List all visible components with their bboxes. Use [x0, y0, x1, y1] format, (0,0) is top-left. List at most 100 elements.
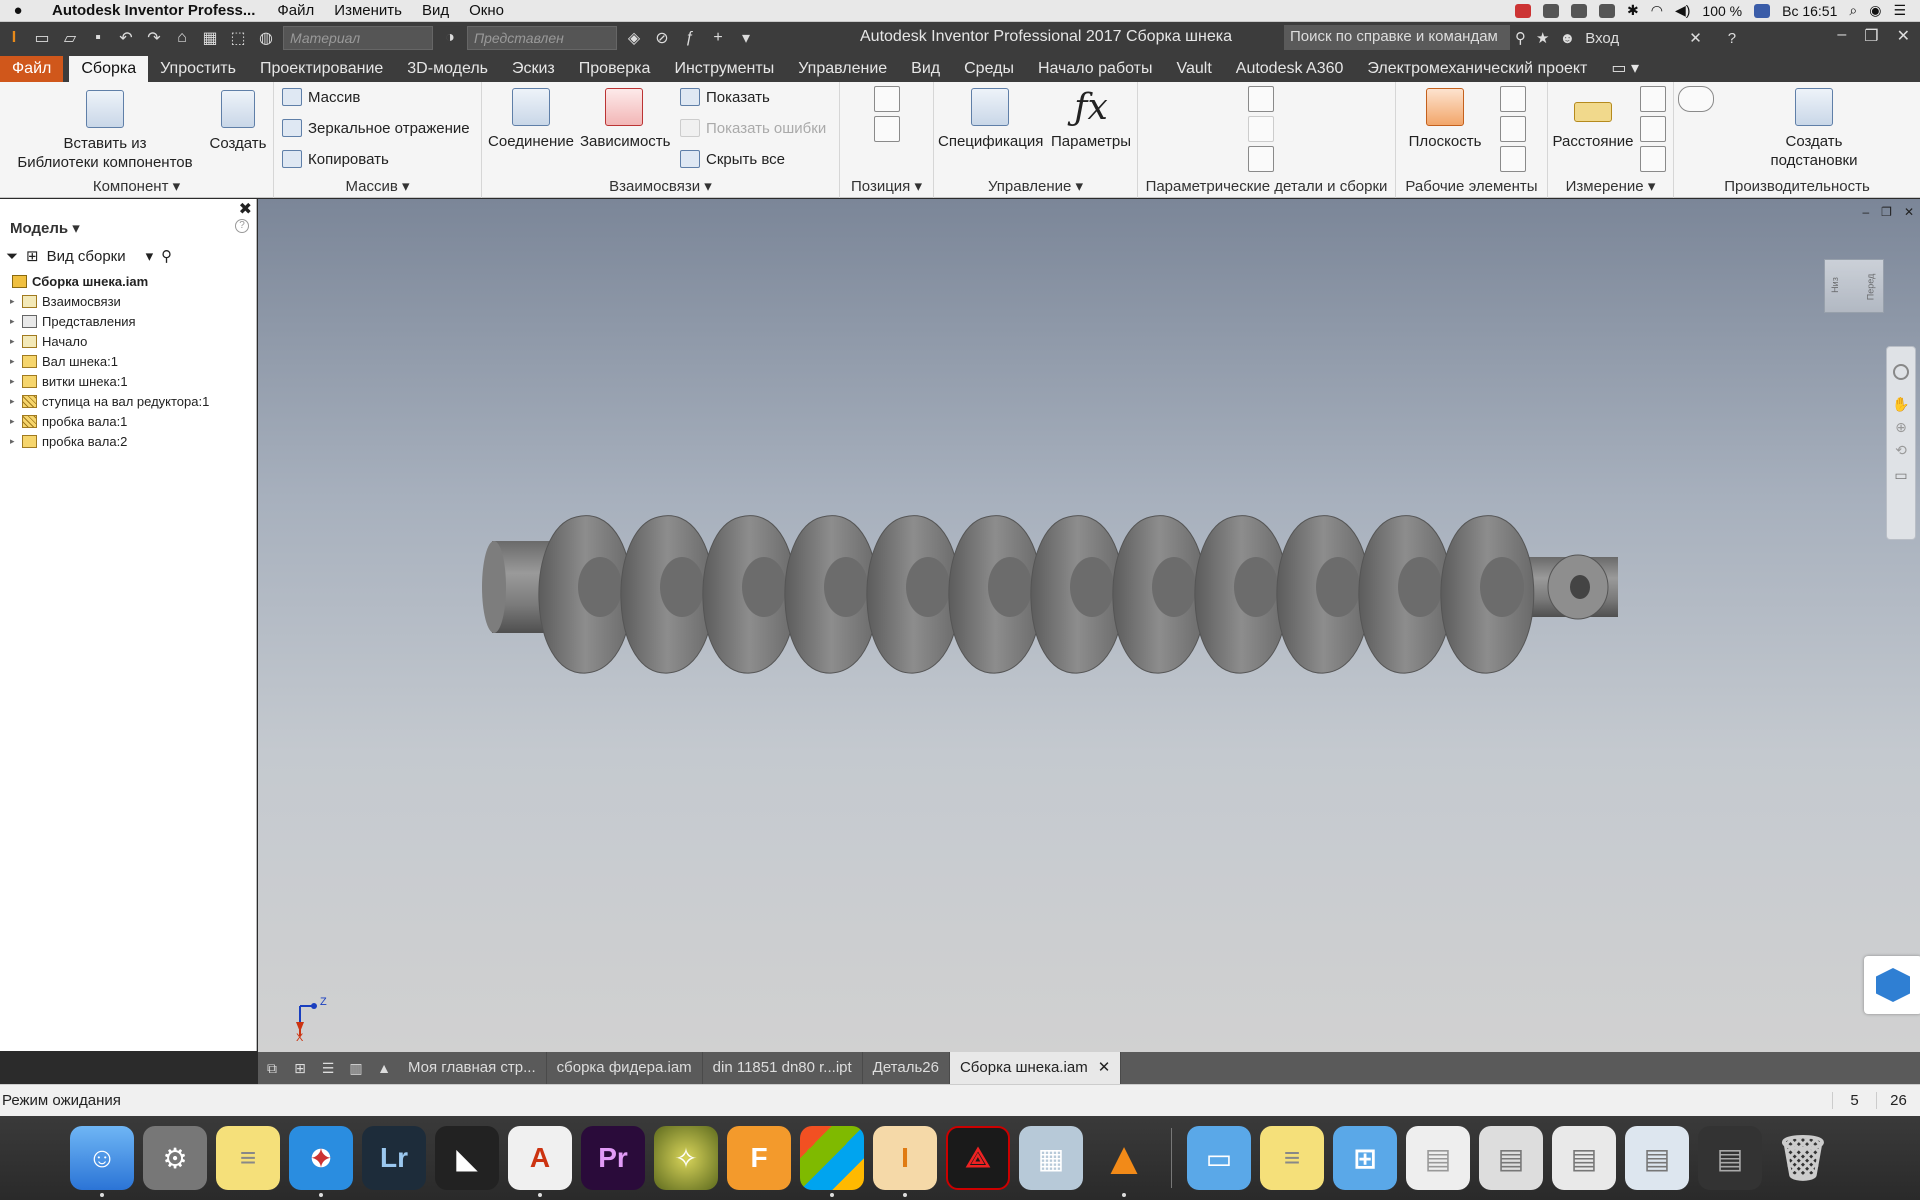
create-substitutes-button[interactable]: Создать подстановки — [1754, 88, 1874, 170]
free-rotate-icon[interactable] — [874, 116, 900, 142]
menu-view[interactable]: Вид — [412, 2, 459, 19]
distance-button[interactable]: Расстояние — [1550, 88, 1636, 151]
preview-icon[interactable]: ▦ — [1019, 1126, 1083, 1190]
tab-manage[interactable]: Управление — [786, 56, 899, 82]
binoculars-icon[interactable]: ⚲ — [1515, 29, 1526, 47]
apple-menu-icon[interactable]: ● — [0, 2, 36, 19]
document-thumbnail-icon[interactable]: ▤ — [1698, 1126, 1762, 1190]
acrobat-icon[interactable]: ⟁ — [946, 1126, 1010, 1190]
git-icon[interactable]: ◣ — [435, 1126, 499, 1190]
tab-3d-model[interactable]: 3D-модель — [395, 56, 500, 82]
loop-icon[interactable] — [1640, 116, 1666, 142]
browser-title[interactable]: Модель ▾ — [10, 219, 80, 237]
tree-item[interactable]: ▸ Представления — [0, 311, 256, 331]
doc-list-icon[interactable]: ▲ — [370, 1054, 398, 1082]
motion-icon[interactable]: ✧ — [654, 1126, 718, 1190]
expand-icon[interactable]: ▸ — [10, 356, 22, 367]
tree-item[interactable]: ▸ витки шнека:1 — [0, 371, 256, 391]
tab-sketch[interactable]: Эскиз — [500, 56, 567, 82]
panel-label-work-features[interactable]: Рабочие элементы — [1396, 176, 1547, 198]
menu-window[interactable]: Окно — [459, 2, 514, 19]
notification-icon[interactable]: ☰ — [1893, 2, 1906, 19]
doc-tab[interactable]: din 11851 dn80 r...ipt — [703, 1052, 863, 1084]
expand-icon[interactable]: ▸ — [10, 316, 22, 327]
bluetooth-icon[interactable]: ✱ — [1627, 2, 1639, 19]
filter-icon[interactable]: ⏷ — [6, 248, 18, 265]
browser-close-icon[interactable]: ✖ — [239, 199, 252, 219]
panel-label-parametric[interactable]: Параметрические детали и сборки — [1138, 176, 1395, 198]
pattern-button[interactable]: Массив — [282, 88, 360, 106]
share-view-button[interactable] — [1864, 956, 1920, 1014]
appearance-select[interactable]: Представлен — [467, 26, 617, 50]
panel-label-pattern[interactable]: Массив ▾ — [274, 176, 481, 198]
tree-item[interactable]: ▸ Взаимосвязи — [0, 291, 256, 311]
point-icon[interactable] — [1500, 116, 1526, 142]
tree-root[interactable]: Сборка шнека.iam — [0, 271, 256, 291]
tree-item[interactable]: ▸ Начало — [0, 331, 256, 351]
constrain-button[interactable]: Зависимость — [580, 88, 670, 151]
customize-icon[interactable]: ▾ — [732, 25, 760, 51]
free-move-icon[interactable] — [874, 86, 900, 112]
trash-icon[interactable]: 🗑 — [1771, 1126, 1835, 1190]
ucs-icon[interactable] — [1500, 146, 1526, 172]
new-icon[interactable]: ▭ — [28, 25, 56, 51]
wifi-icon[interactable]: ◠ — [1651, 2, 1663, 19]
browser-help-icon[interactable]: ? — [235, 219, 249, 233]
spotlight-icon[interactable]: ⌕ — [1849, 2, 1857, 19]
menu-edit[interactable]: Изменить — [324, 2, 412, 19]
document-thumbnail-icon[interactable]: ▤ — [1479, 1126, 1543, 1190]
battery-label[interactable]: 100 % — [1702, 3, 1742, 19]
minimize-icon[interactable]: – — [1837, 26, 1846, 46]
parameters-button[interactable]: ƒx Параметры — [1048, 88, 1134, 151]
notes-icon[interactable]: ≡ — [216, 1126, 280, 1190]
folder-dock-icon[interactable]: ▭ — [1187, 1126, 1251, 1190]
tree-item[interactable]: ▸ Вал шнека:1 — [0, 351, 256, 371]
undo-icon[interactable]: ↶ — [112, 25, 140, 51]
doc-tab-active[interactable]: Сборка шнека.iam ✕ — [949, 1052, 1122, 1084]
expand-icon[interactable]: ▸ — [10, 436, 22, 447]
tab-view[interactable]: Вид — [899, 56, 952, 82]
clock[interactable]: Вс 16:51 — [1782, 3, 1837, 19]
windows-icon[interactable] — [800, 1126, 864, 1197]
inventor-logo-icon[interactable]: I — [0, 25, 28, 51]
hide-all-button[interactable]: Скрыть все — [680, 150, 785, 168]
pause-icon[interactable] — [1515, 3, 1532, 18]
tab-simplify[interactable]: Упростить — [148, 56, 248, 82]
document-thumbnail-icon[interactable]: ▤ — [1552, 1126, 1616, 1190]
document-thumbnail-icon[interactable]: ▤ — [1406, 1126, 1470, 1190]
ipart-edit-icon[interactable] — [1248, 116, 1274, 142]
bom-button[interactable]: Спецификация — [938, 88, 1043, 151]
expand-icon[interactable]: ▸ — [10, 296, 22, 307]
restore-icon[interactable]: ❐ — [1864, 26, 1878, 46]
tab-assemble[interactable]: Сборка — [69, 56, 149, 82]
home-icon[interactable]: ⌂ — [168, 25, 196, 51]
mirror-button[interactable]: Зеркальное отражение — [282, 119, 470, 137]
cascade-icon[interactable]: ⧉ — [258, 1054, 286, 1082]
plane-button[interactable]: Плоскость — [1402, 88, 1488, 151]
tab-design[interactable]: Проектирование — [248, 56, 395, 82]
axis-icon[interactable] — [1500, 86, 1526, 112]
finder-icon[interactable]: ☺ — [70, 1126, 134, 1197]
inventor-dock-icon[interactable]: I — [873, 1126, 937, 1197]
dropdown-toggle-icon[interactable] — [1678, 86, 1714, 112]
panel-label-productivity[interactable]: Производительность — [1674, 176, 1920, 198]
doc-tab[interactable]: Деталь26 — [863, 1052, 950, 1084]
select-icon[interactable]: ⬚ — [224, 25, 252, 51]
close-icon[interactable]: ✕ — [1897, 26, 1910, 46]
menu-file[interactable]: Файл — [267, 2, 324, 19]
expand-icon[interactable]: ▸ — [10, 396, 22, 407]
save-icon[interactable]: ▪ — [84, 25, 112, 51]
show-button[interactable]: Показать — [680, 88, 770, 106]
tab-environments[interactable]: Среды — [952, 56, 1026, 82]
flag-icon[interactable] — [1754, 3, 1771, 18]
panel-label-manage[interactable]: Управление ▾ — [934, 176, 1137, 198]
tab-tools[interactable]: Инструменты — [662, 56, 786, 82]
adjust-icon[interactable]: ◈ — [620, 25, 648, 51]
tree-item[interactable]: ▸ ступица на вал редуктора:1 — [0, 391, 256, 411]
autocad-icon[interactable]: A — [508, 1126, 572, 1197]
tree-item[interactable]: ▸ пробка вала:1 — [0, 411, 256, 431]
system-preferences-icon[interactable]: ⚙ — [143, 1126, 207, 1190]
cloud-icon[interactable] — [1571, 3, 1588, 18]
plus-icon[interactable]: + — [704, 25, 732, 51]
material-icon[interactable]: ◍ — [252, 25, 280, 51]
